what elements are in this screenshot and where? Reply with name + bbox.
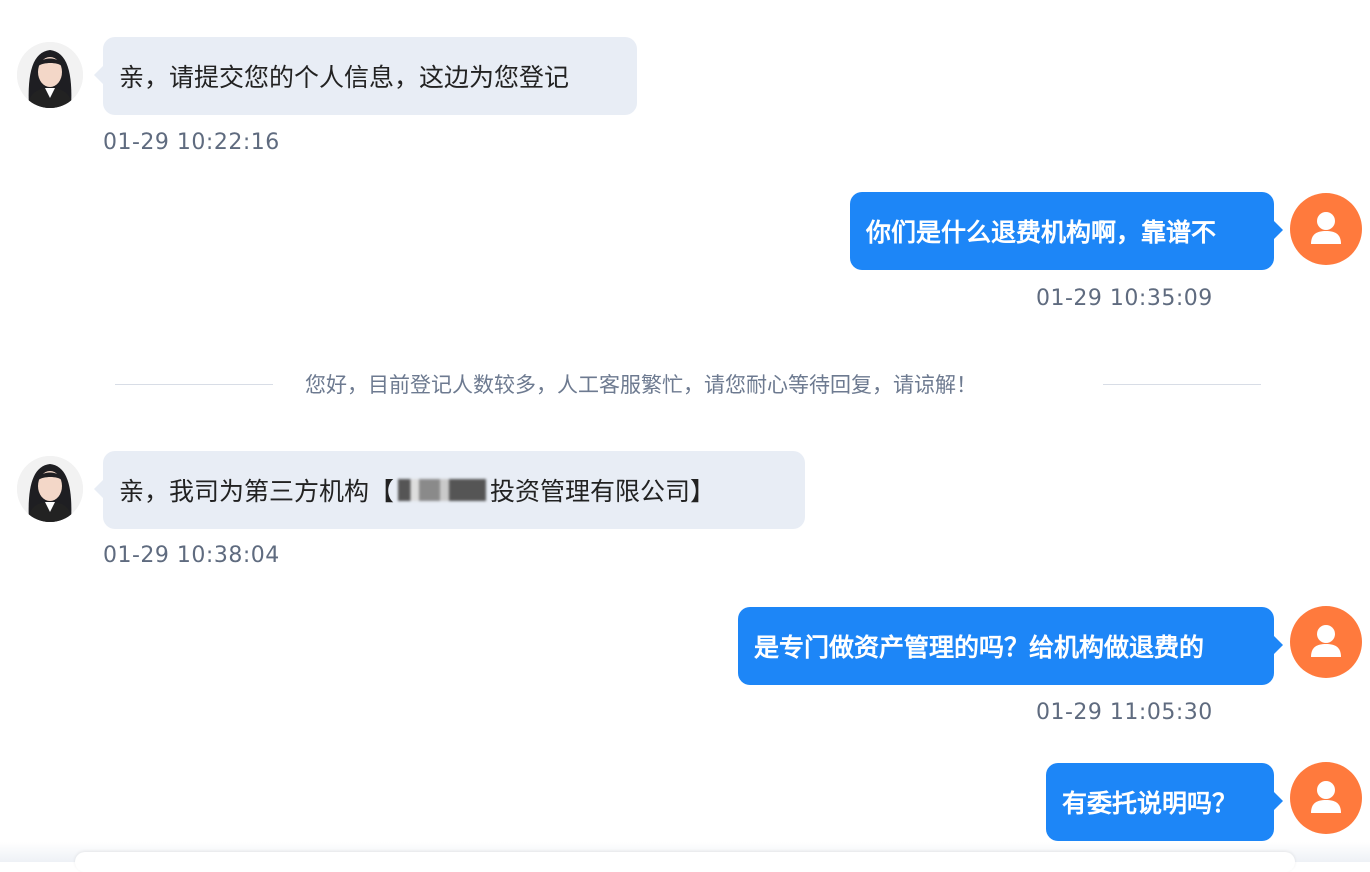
message-input-edge[interactable] (75, 852, 1295, 872)
person-icon (1311, 212, 1341, 244)
divider-line (115, 384, 273, 385)
redacted-text-blur (398, 479, 487, 501)
system-notice: 您好，目前登记人数较多，人工客服繁忙，请您耐心等待回复，请谅解！ (115, 368, 1261, 402)
agent-avatar[interactable] (17, 42, 83, 108)
user-message-bubble: 有委托说明吗？ (1046, 763, 1283, 841)
message-text: 你们是什么退费机构啊，靠谱不 (866, 218, 1217, 247)
message-text-part: 亲，我司为第三方机构【 (119, 477, 395, 506)
user-avatar[interactable] (1290, 762, 1362, 834)
message-timestamp: 01-29 10:22:16 (103, 130, 280, 155)
agent-photo-avatar-icon (17, 456, 83, 522)
message-text: 有委托说明吗？ (1062, 789, 1238, 818)
agent-avatar[interactable] (17, 456, 83, 522)
user-avatar[interactable] (1290, 606, 1362, 678)
divider-line (1103, 384, 1261, 385)
message-timestamp: 01-29 11:05:30 (1036, 700, 1213, 725)
agent-message-bubble: 亲，请提交您的个人信息，这边为您登记 (94, 37, 637, 115)
message-text-part: 投资管理有限公司】 (490, 477, 716, 506)
user-message-bubble: 你们是什么退费机构啊，靠谱不 (850, 192, 1283, 270)
system-notice-text: 您好，目前登记人数较多，人工客服繁忙，请您耐心等待回复，请谅解！ (305, 373, 977, 397)
message-text: 亲，请提交您的个人信息，这边为您登记 (119, 63, 570, 92)
message-timestamp: 01-29 10:38:04 (103, 543, 280, 568)
chat-window: 亲，请提交您的个人信息，这边为您登记 01-29 10:22:16 你们是什么退… (0, 0, 1370, 872)
agent-message-bubble: 亲，我司为第三方机构【 投资管理有限公司】 (94, 451, 805, 529)
person-icon (1311, 781, 1341, 813)
person-icon (1311, 625, 1341, 657)
user-message-bubble: 是专门做资产管理的吗？给机构做退费的 (738, 607, 1283, 685)
message-text: 是专门做资产管理的吗？给机构做退费的 (754, 633, 1205, 662)
agent-photo-avatar-icon (17, 42, 83, 108)
message-timestamp: 01-29 10:35:09 (1036, 286, 1213, 311)
user-avatar[interactable] (1290, 193, 1362, 265)
